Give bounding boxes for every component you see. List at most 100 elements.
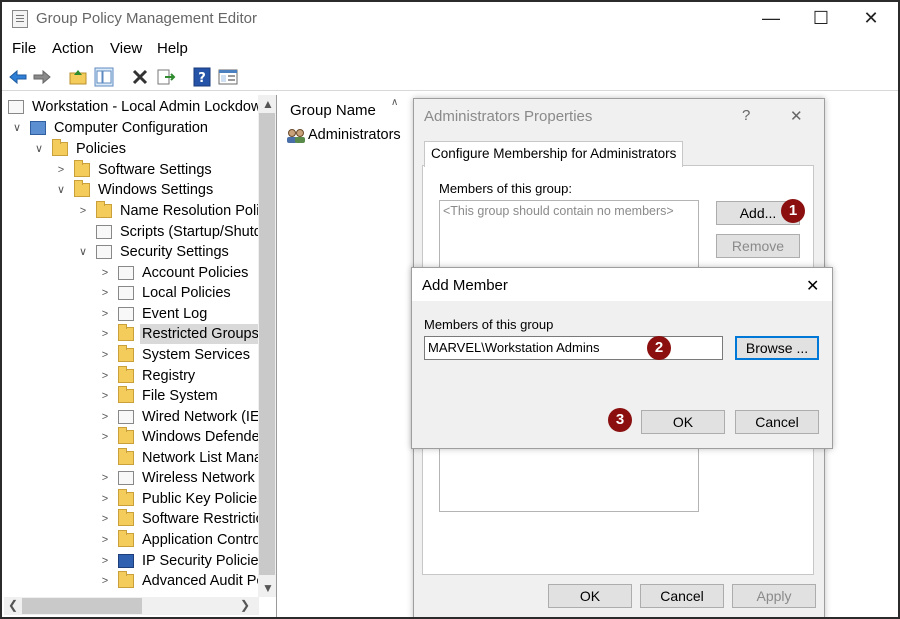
chevron-down-icon[interactable]: ∨ xyxy=(76,242,90,262)
tree-node-account-policies[interactable]: > Account Policies xyxy=(94,263,258,283)
folder-icon xyxy=(52,139,68,156)
menu-action[interactable]: Action xyxy=(52,40,94,57)
chevron-down-icon[interactable]: ∨ xyxy=(54,180,68,200)
delete-icon[interactable] xyxy=(130,67,150,87)
help-button[interactable]: ? xyxy=(742,107,750,124)
chevron-right-icon[interactable]: > xyxy=(98,551,112,571)
ip-security-icon xyxy=(118,554,134,568)
tree-node-public-key-policies[interactable]: > Public Key Policies xyxy=(94,489,258,509)
add-member-cancel-button[interactable]: Cancel xyxy=(735,410,819,434)
chevron-right-icon[interactable]: > xyxy=(98,489,112,509)
chevron-down-icon[interactable]: ∨ xyxy=(10,118,24,138)
column-header-group-name[interactable]: Group Name xyxy=(290,102,376,119)
scroll-right-icon[interactable]: ❯ xyxy=(240,598,250,612)
callout-badge-1: 1 xyxy=(781,199,805,223)
maximize-button[interactable]: ☐ xyxy=(798,4,844,34)
chevron-right-icon[interactable]: > xyxy=(98,509,112,529)
tree-node-scripts[interactable]: Scripts (Startup/Shutdc xyxy=(72,222,258,242)
remove-button[interactable]: Remove xyxy=(716,234,800,258)
chevron-right-icon[interactable]: > xyxy=(98,571,112,591)
tree-node-windows-defender[interactable]: > Windows Defender xyxy=(94,427,258,447)
tree-node-software-settings[interactable]: > Software Settings xyxy=(50,160,258,180)
export-list-icon[interactable] xyxy=(156,67,176,87)
menu-file[interactable]: File xyxy=(12,40,36,57)
add-member-close-button[interactable]: ✕ xyxy=(806,276,819,296)
up-folder-icon[interactable] xyxy=(68,67,88,87)
chevron-right-icon[interactable]: > xyxy=(98,386,112,406)
properties-ok-button[interactable]: OK xyxy=(548,584,632,608)
tree-node-security-settings[interactable]: ∨ Security Settings xyxy=(72,242,258,262)
tree-node-registry[interactable]: > Registry xyxy=(94,366,258,386)
tree-node-policies[interactable]: ∨ Policies xyxy=(28,139,258,159)
tree-node-wired-network[interactable]: > Wired Network (IEE xyxy=(94,407,258,427)
chevron-right-icon[interactable]: > xyxy=(98,263,112,283)
properties-apply-button[interactable]: Apply xyxy=(732,584,816,608)
scripts-icon xyxy=(96,225,112,239)
tree-scroll-thumb[interactable] xyxy=(259,113,275,575)
chevron-right-icon[interactable]: > xyxy=(98,530,112,550)
close-button[interactable]: ✕ xyxy=(848,4,894,34)
tree-node-file-system[interactable]: > File System xyxy=(94,386,258,406)
callout-badge-3: 3 xyxy=(608,408,632,432)
browse-button[interactable]: Browse ... xyxy=(735,336,819,360)
tree-node-computer-configuration[interactable]: ∨ Computer Configuration xyxy=(6,118,258,138)
chevron-right-icon[interactable]: > xyxy=(98,366,112,386)
toolbar: ? xyxy=(2,63,898,91)
tree-node-application-control[interactable]: > Application Contro xyxy=(94,530,258,550)
scroll-up-icon[interactable]: ▲ xyxy=(262,97,274,111)
security-settings-icon xyxy=(96,245,112,259)
tree-horizontal-scrollbar[interactable]: ❮ ❯ xyxy=(4,597,259,615)
locked-folder-icon xyxy=(118,366,134,383)
tree-node-event-log[interactable]: > Event Log xyxy=(94,304,258,324)
app-window: Group Policy Management Editor — ☐ ✕ Fil… xyxy=(0,0,900,619)
chevron-right-icon[interactable]: > xyxy=(98,345,112,365)
forward-arrow-icon[interactable] xyxy=(32,67,52,87)
member-name-input[interactable]: MARVEL\Workstation Admins xyxy=(424,336,723,360)
tree-node-restricted-groups[interactable]: > Restricted Groups xyxy=(94,324,258,344)
console-tree: ▲ ▼ ❮ ❯ Workstation - Local Admin Lockdo… xyxy=(4,95,277,617)
scroll-left-icon[interactable]: ❮ xyxy=(8,598,18,612)
list-item[interactable]: Administrators xyxy=(286,126,406,146)
tree-node-name-resolution[interactable]: > Name Resolution Polic xyxy=(72,201,258,221)
scroll-down-icon[interactable]: ▼ xyxy=(262,581,274,595)
tree-node-wireless-network[interactable]: > Wireless Network ( xyxy=(94,468,258,488)
tree-node-root[interactable]: Workstation - Local Admin Lockdow xyxy=(6,97,258,117)
group-users-icon xyxy=(287,129,305,143)
minimize-button[interactable]: — xyxy=(748,4,794,34)
folder-icon xyxy=(96,201,112,218)
chevron-right-icon[interactable]: > xyxy=(54,160,68,180)
locked-folder-icon xyxy=(118,345,134,362)
tree-node-advanced-audit[interactable]: > Advanced Audit Po xyxy=(94,571,258,591)
back-arrow-icon[interactable] xyxy=(8,67,28,87)
chevron-right-icon[interactable]: > xyxy=(98,304,112,324)
add-member-ok-button[interactable]: OK xyxy=(641,410,725,434)
sort-up-icon: ∧ xyxy=(391,97,399,108)
chevron-right-icon[interactable]: > xyxy=(98,468,112,488)
tree-node-software-restriction[interactable]: > Software Restrictio xyxy=(94,509,258,529)
tree-node-local-policies[interactable]: > Local Policies xyxy=(94,283,258,303)
menu-view[interactable]: View xyxy=(110,40,142,57)
chevron-right-icon[interactable]: > xyxy=(98,283,112,303)
tree-node-system-services[interactable]: > System Services xyxy=(94,345,258,365)
help-icon[interactable]: ? xyxy=(192,67,212,87)
tree-vertical-scrollbar[interactable]: ▲ ▼ xyxy=(258,95,276,597)
computer-icon xyxy=(30,121,46,135)
tree-hscroll-thumb[interactable] xyxy=(22,598,142,614)
menu-bar: File Action View Help xyxy=(2,38,898,62)
tree-node-windows-settings[interactable]: ∨ Windows Settings xyxy=(50,180,258,200)
locked-folder-icon xyxy=(118,386,134,403)
tab-configure-membership[interactable]: Configure Membership for Administrators xyxy=(424,141,684,167)
chevron-down-icon[interactable]: ∨ xyxy=(32,139,46,159)
show-hide-console-tree-icon[interactable] xyxy=(94,67,114,87)
chevron-right-icon[interactable]: > xyxy=(76,201,90,221)
chevron-right-icon[interactable]: > xyxy=(98,407,112,427)
menu-help[interactable]: Help xyxy=(157,40,188,57)
chevron-right-icon[interactable]: > xyxy=(98,427,112,447)
tree-node-network-list-manager[interactable]: Network List Mana xyxy=(94,448,258,468)
properties-view-icon[interactable] xyxy=(218,67,238,87)
properties-dialog-title: Administrators Properties xyxy=(424,108,593,125)
properties-cancel-button[interactable]: Cancel xyxy=(640,584,724,608)
chevron-right-icon[interactable]: > xyxy=(98,324,112,344)
properties-close-button[interactable]: ✕ xyxy=(790,107,803,125)
tree-node-ip-security[interactable]: > IP Security Policies xyxy=(94,551,258,571)
